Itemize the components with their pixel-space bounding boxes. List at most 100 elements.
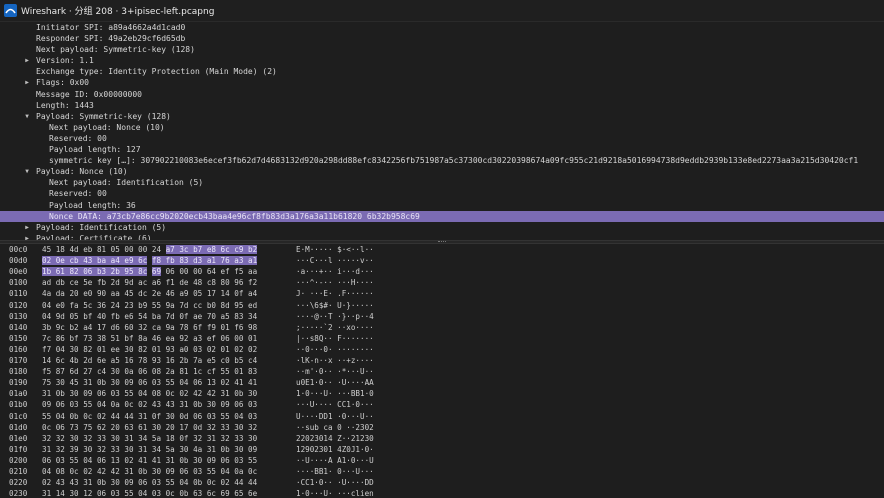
detail-row[interactable]: Initiator SPI: a89a4662a4d1cad0 [0, 22, 884, 33]
detail-row[interactable]: Reserved: 00 [0, 188, 884, 199]
ascii-dump[interactable]: ··0···0· ········ [296, 344, 374, 355]
detail-row[interactable]: Next payload: Nonce (10) [0, 122, 884, 133]
hex-row[interactable]: 01c0 55 04 0b 0c 02 44 44 31 0f 30 0d 06 … [0, 411, 884, 422]
ascii-dump[interactable]: ···^·-·· ···H···· [296, 277, 374, 288]
detail-row[interactable]: Message ID: 0x00000000 [0, 89, 884, 100]
detail-row[interactable]: Payload length: 127 [0, 144, 884, 155]
hex-bytes[interactable]: 4a da 20 e0 90 aa 45 dc 2e 46 a9 05 17 1… [42, 288, 257, 299]
ascii-dump[interactable]: E·M····· $·<··l·· [296, 244, 374, 255]
ascii-dump[interactable]: ···\6$#· U·}····· [296, 300, 374, 311]
detail-row[interactable]: ▶ Version: 1.1 [0, 55, 884, 66]
hex-row[interactable]: 00c0 45 18 4d eb 81 05 00 00 24 a7 3c b7 … [0, 244, 884, 255]
detail-row[interactable]: Reserved: 00 [0, 133, 884, 144]
ascii-dump[interactable]: ··sub ca 0 ··2302 [296, 422, 374, 433]
hex-bytes[interactable]: 04 e0 fa 5c 36 24 23 b9 55 9a 7d cc b0 8… [42, 300, 257, 311]
ascii-dump[interactable]: U····DD1 ·0···U·· [296, 411, 374, 422]
hex-row[interactable]: 0150 7c 86 bf 73 38 51 bf 8a 46 ea 92 a3 … [0, 333, 884, 344]
hex-row[interactable]: 0200 06 03 55 04 06 13 02 41 41 31 0b 30 … [0, 455, 884, 466]
detail-row[interactable]: ▶ Flags: 0x00 [0, 77, 884, 88]
detail-row[interactable]: Responder SPI: 49a2eb29cf6d65db [0, 33, 884, 44]
hex-row[interactable]: 01d0 0c 06 73 75 62 20 63 61 30 20 17 0d … [0, 422, 884, 433]
hex-row[interactable]: 0220 02 43 43 31 0b 30 09 06 03 55 04 0b … [0, 477, 884, 488]
collapse-arrow-icon[interactable]: ▼ [23, 166, 31, 177]
hex-bytes[interactable]: 3b 9c b2 a4 17 d6 60 32 ca 9a 78 6f f9 0… [42, 322, 257, 333]
ascii-dump[interactable]: 12902301 4Z0J1·0· [296, 444, 374, 455]
hex-row[interactable]: 0110 4a da 20 e0 90 aa 45 dc 2e 46 a9 05 … [0, 288, 884, 299]
hex-row[interactable]: 01e0 32 32 30 32 33 30 31 34 5a 18 0f 32 … [0, 433, 884, 444]
ascii-dump[interactable]: ···U···· CC1·0··· [296, 399, 374, 410]
hex-row[interactable]: 00e0 1b 61 82 06 b3 2b 95 8c 69 06 00 00 … [0, 266, 884, 277]
detail-row[interactable]: Length: 1443 [0, 100, 884, 111]
hex-bytes[interactable]: f5 87 6d 27 c4 30 0a 06 08 2a 81 1c cf 5… [42, 366, 257, 377]
hex-row[interactable]: 0120 04 e0 fa 5c 36 24 23 b9 55 9a 7d cc … [0, 300, 884, 311]
hex-bytes[interactable]: 55 04 0b 0c 02 44 44 31 0f 30 0d 06 03 5… [42, 411, 257, 422]
hex-bytes[interactable]: 75 30 45 31 0b 30 09 06 03 55 04 06 13 0… [42, 377, 257, 388]
hex-bytes[interactable]: 1b 61 82 06 b3 2b 95 8c 69 06 00 00 64 e… [42, 266, 257, 277]
hex-bytes[interactable]: 04 08 0c 02 42 42 31 0b 30 09 06 03 55 0… [42, 466, 257, 477]
packet-bytes-pane[interactable]: 00c0 45 18 4d eb 81 05 00 00 24 a7 3c b7 … [0, 244, 884, 498]
hex-row[interactable]: 0210 04 08 0c 02 42 42 31 0b 30 09 06 03 … [0, 466, 884, 477]
hex-bytes[interactable]: 09 06 03 55 04 0a 0c 02 43 43 31 0b 30 0… [42, 399, 257, 410]
hex-bytes[interactable]: 02 43 43 31 0b 30 09 06 03 55 04 0b 0c 0… [42, 477, 257, 488]
hex-row[interactable]: 01f0 31 32 39 30 32 33 30 31 34 5a 30 4a … [0, 444, 884, 455]
ascii-dump[interactable]: ;·····`2 ··xo···· [296, 322, 374, 333]
hex-bytes[interactable]: 45 18 4d eb 81 05 00 00 24 a7 3c b7 e8 6… [42, 244, 258, 255]
detail-row[interactable]: ▶ Payload: Certificate (6) [0, 233, 884, 240]
expand-arrow-icon[interactable]: ▶ [23, 77, 31, 88]
hex-bytes[interactable]: 14 6c 4b 2d 6e a5 16 78 93 16 2b 7a e5 c… [42, 355, 257, 366]
ascii-dump[interactable]: |··s8Q·· F······· [296, 333, 374, 344]
hex-bytes[interactable]: 7c 86 bf 73 38 51 bf 8a 46 ea 92 a3 ef 0… [42, 333, 257, 344]
hex-row[interactable]: 0170 14 6c 4b 2d 6e a5 16 78 93 16 2b 7a … [0, 355, 884, 366]
expand-arrow-icon[interactable]: ▶ [23, 55, 31, 66]
ascii-dump[interactable]: ·a···+·· i···d··· [296, 266, 374, 277]
ascii-dump[interactable]: ·lK-n··x ··+z···· [296, 355, 374, 366]
hex-bytes[interactable]: 04 9d 05 bf 40 fb e6 54 ba 7d 0f ae 70 a… [42, 311, 257, 322]
detail-row-text: Flags: 0x00 [36, 78, 89, 88]
packet-details-pane[interactable]: Initiator SPI: a89a4662a4d1cad0 Responder… [0, 22, 884, 240]
hex-row[interactable]: 0190 75 30 45 31 0b 30 09 06 03 55 04 06 … [0, 377, 884, 388]
detail-row[interactable]: Next payload: Symmetric-key (128) [0, 44, 884, 55]
hex-bytes[interactable]: 32 32 30 32 33 30 31 34 5a 18 0f 32 31 3… [42, 433, 257, 444]
hex-bytes[interactable]: f7 04 30 82 01 ee 30 82 01 93 a0 03 02 0… [42, 344, 257, 355]
ascii-dump[interactable]: ··U····A A1·0···U [296, 455, 374, 466]
hex-bytes[interactable]: 0c 06 73 75 62 20 63 61 30 20 17 0d 32 3… [42, 422, 257, 433]
hex-row[interactable]: 0180 f5 87 6d 27 c4 30 0a 06 08 2a 81 1c … [0, 366, 884, 377]
hex-row[interactable]: 0160 f7 04 30 82 01 ee 30 82 01 93 a0 03 … [0, 344, 884, 355]
detail-row[interactable]: ▼ Payload: Nonce (10) [0, 166, 884, 177]
hex-row[interactable]: 0100 ad db ce 5e fb 2d 9d ac a6 f1 de 48 … [0, 277, 884, 288]
ascii-dump[interactable]: ·CC1·0·· ·U····DD [296, 477, 374, 488]
ascii-dump[interactable]: 1·0···U· ···clien [296, 488, 374, 498]
hex-bytes[interactable]: 06 03 55 04 06 13 02 41 41 31 0b 30 09 0… [42, 455, 257, 466]
detail-row[interactable]: Next payload: Identification (5) [0, 177, 884, 188]
expand-arrow-icon[interactable]: ▶ [23, 222, 31, 233]
hex-bytes[interactable]: 31 14 30 12 06 03 55 04 03 0c 0b 63 6c 6… [42, 488, 257, 498]
detail-row[interactable]: Nonce DATA: a73cb7e86cc9b2020ecb43baa4e9… [0, 210, 884, 222]
hex-bytes[interactable]: 31 0b 30 09 06 03 55 04 08 0c 02 42 42 3… [42, 388, 257, 399]
hex-row[interactable]: 00d0 02 0e cb 43 ba a4 e9 6c f8 fb 83 d3 … [0, 255, 884, 266]
hex-bytes[interactable]: 02 0e cb 43 ba a4 e9 6c f8 fb 83 d3 a1 7… [42, 255, 258, 266]
hex-bytes[interactable]: ad db ce 5e fb 2d 9d ac a6 f1 de 48 c8 8… [42, 277, 257, 288]
ascii-dump[interactable]: ····BB1· 0···U··· [296, 466, 374, 477]
ascii-dump[interactable]: 22023014 Z··21230 [296, 433, 374, 444]
detail-row[interactable]: symmetric key […]: 307902210083e6ecef3fb… [0, 155, 884, 166]
collapse-arrow-icon[interactable]: ▼ [23, 111, 31, 122]
detail-row[interactable]: Payload length: 36 [0, 200, 884, 211]
detail-row[interactable]: ▶ Payload: Identification (5) [0, 222, 884, 233]
detail-row[interactable]: ▼ Payload: Symmetric-key (128) [0, 111, 884, 122]
hex-row[interactable]: 0230 31 14 30 12 06 03 55 04 03 0c 0b 63 … [0, 488, 884, 498]
ascii-dump[interactable]: ····@··T ·}··p··4 [296, 311, 374, 322]
hex-row[interactable]: 0130 04 9d 05 bf 40 fb e6 54 ba 7d 0f ae … [0, 311, 884, 322]
detail-row[interactable]: Exchange type: Identity Protection (Main… [0, 66, 884, 77]
hex-row[interactable]: 0140 3b 9c b2 a4 17 d6 60 32 ca 9a 78 6f … [0, 322, 884, 333]
detail-row-text: Payload length: 127 [49, 145, 141, 155]
ascii-dump[interactable]: J· ···E· .F······ [296, 288, 374, 299]
ascii-dump[interactable]: ··m'·0·· ·*···U·· [296, 366, 374, 377]
ascii-dump[interactable]: u0E1·0·· ·U····AA [296, 377, 374, 388]
hex-row[interactable]: 01b0 09 06 03 55 04 0a 0c 02 43 43 31 0b … [0, 399, 884, 410]
ascii-dump[interactable]: ···C···l ·····v·· [296, 255, 374, 266]
hex-bytes[interactable]: 31 32 39 30 32 33 30 31 34 5a 30 4a 31 0… [42, 444, 257, 455]
detail-row-text: Exchange type: Identity Protection (Main… [36, 67, 277, 77]
ascii-dump[interactable]: 1·0···U· ···BB1·0 [296, 388, 374, 399]
hex-row[interactable]: 01a0 31 0b 30 09 06 03 55 04 08 0c 02 42 … [0, 388, 884, 399]
expand-arrow-icon[interactable]: ▶ [23, 233, 31, 240]
